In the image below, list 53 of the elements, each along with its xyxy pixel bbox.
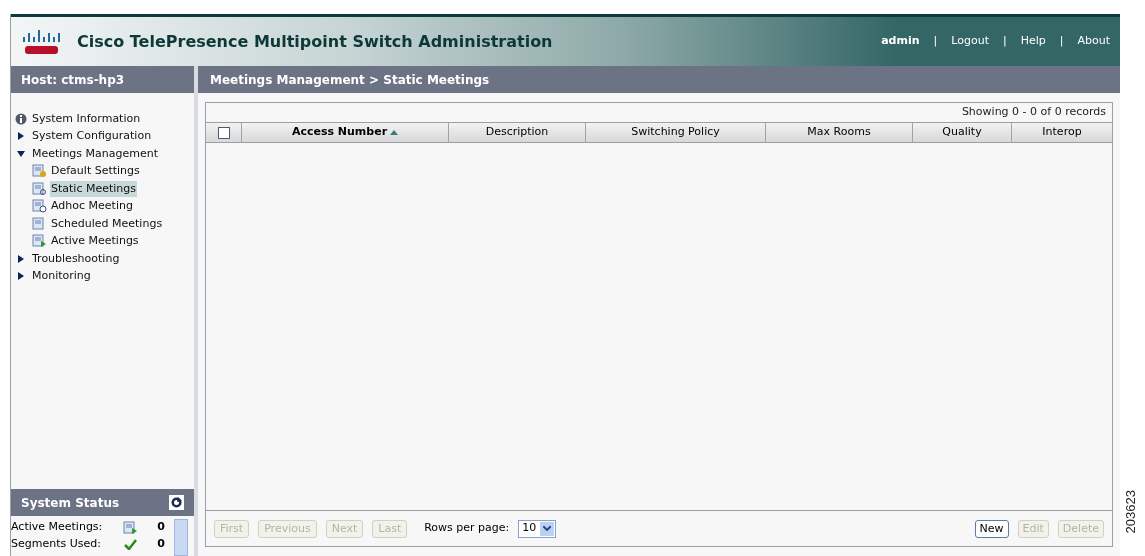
document-icon [32,181,47,196]
document-icon [32,234,47,249]
refresh-icon[interactable] [169,495,184,510]
breadcrumb-bar: Meetings Management > Static Meetings [198,66,1120,93]
checkmark-icon [123,539,137,550]
document-icon [32,164,47,179]
separator: | [1002,33,1007,50]
nav-item[interactable]: Default Settings [50,163,141,180]
action-button[interactable]: New [974,519,1009,538]
document-icon [32,216,47,231]
document-icon [122,520,138,535]
collapsed-triangle-icon[interactable] [17,254,25,263]
column-header[interactable]: Description [449,123,586,142]
collapsed-triangle-icon[interactable] [17,272,25,281]
select-all-checkbox[interactable] [217,126,230,139]
status-value: 0 [156,519,166,536]
nav-item[interactable]: Monitoring [32,268,91,285]
column-header[interactable]: Quality [913,123,1012,142]
user-name: admin [881,33,920,50]
column-header[interactable]: Access Number [242,123,449,142]
app-title: Cisco TelePresence Multipoint Switch Administration [77,30,553,53]
nav-item[interactable]: System Information [32,110,141,127]
header-link[interactable]: About [1077,33,1110,50]
rows-per-page-label: Rows per page: [424,520,510,537]
status-label: Active Meetings: [11,519,104,536]
status-label: Segments Used: [11,536,102,553]
figure-number: 203623 [1122,490,1140,534]
rows-per-page-select[interactable]: 10 [518,519,557,538]
nav-item[interactable]: Adhoc Meeting [50,198,134,215]
dropdown-caret-icon [543,526,552,531]
expanded-triangle-icon[interactable] [17,149,25,158]
separator: | [1059,33,1064,50]
column-header[interactable]: Max Rooms [766,123,913,142]
nav-item[interactable]: System Configuration [32,128,152,145]
nav-item[interactable]: Active Meetings [50,233,140,250]
nav-item[interactable]: Scheduled Meetings [50,215,164,232]
status-value: 0 [156,536,166,553]
nav-item[interactable]: Static Meetings [50,180,138,197]
info-icon [15,112,27,125]
header-link[interactable]: Help [1020,33,1046,50]
panel-title: System Status [21,494,120,512]
column-header[interactable]: Interop [1012,123,1112,142]
separator: | [933,33,938,50]
host-bar: Host: ctms-hp3 [11,66,194,93]
header-link[interactable]: Logout [951,33,989,50]
collapsed-triangle-icon[interactable] [17,132,25,141]
column-header[interactable]: Switching Policy [586,123,766,142]
nav-item[interactable]: Troubleshooting [32,250,120,267]
document-icon [32,199,47,214]
scrollbar[interactable] [174,519,188,556]
nav-item[interactable]: Meetings Management [32,145,159,162]
sort-up-icon [390,130,399,135]
records-count: Showing 0 - 0 of 0 records [961,104,1106,121]
